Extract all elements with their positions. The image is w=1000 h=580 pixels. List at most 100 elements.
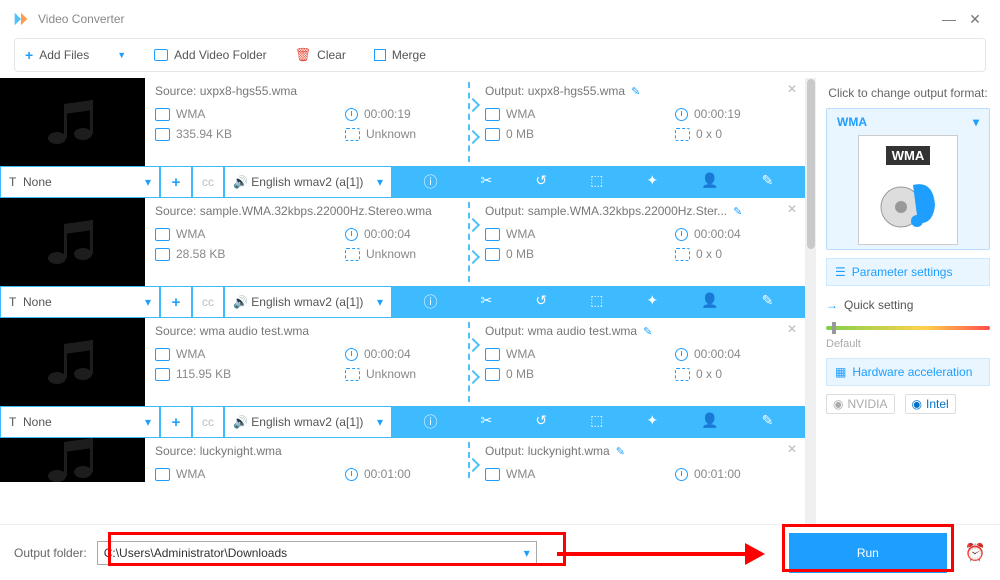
add-files-dropdown[interactable]: ▼	[117, 50, 126, 60]
edit-tool-0[interactable]: ⓘ	[424, 172, 438, 192]
format-value: WMA	[155, 467, 275, 481]
cc-button[interactable]: cc	[192, 166, 224, 198]
edit-tool-3[interactable]: ⬚	[590, 412, 603, 432]
edit-output-icon[interactable]: ✎	[616, 446, 625, 458]
out-duration-value: 00:01:00	[675, 467, 795, 481]
edit-tool-5[interactable]: 👤	[701, 292, 718, 312]
list-item: ✕ Source: sample.WMA.32kbps.22000Hz.Ster…	[0, 198, 805, 318]
clock-icon	[345, 108, 358, 121]
gpu-options: ◉NVIDIA ◉Intel	[826, 394, 990, 414]
size-value: 335.94 KB	[155, 127, 275, 141]
edit-output-icon[interactable]: ✎	[733, 206, 742, 218]
format-label: Click to change output format:	[826, 86, 990, 100]
nvidia-chip[interactable]: ◉NVIDIA	[826, 394, 895, 414]
edit-tool-3[interactable]: ⬚	[590, 172, 603, 192]
remove-item-button[interactable]: ✕	[787, 442, 797, 456]
slider-default-label: Default	[826, 338, 990, 350]
edit-tool-2[interactable]: ↺	[535, 292, 547, 312]
main-toolbar: +Add Files ▼ Add Video Folder 🗑Clear Mer…	[14, 38, 986, 72]
folder-icon	[155, 368, 170, 381]
audio-track-select[interactable]: 🔊 English wmav2 (a[1])▾	[224, 406, 392, 438]
out-duration-value: 00:00:04	[675, 347, 795, 361]
edit-tool-2[interactable]: ↺	[535, 412, 547, 432]
remove-item-button[interactable]: ✕	[787, 202, 797, 216]
chip-icon: ▦	[835, 365, 846, 379]
dimension-value: Unknown	[345, 247, 465, 261]
divider-icon	[468, 202, 470, 282]
edit-tool-5[interactable]: 👤	[701, 172, 718, 192]
divider-icon	[468, 322, 470, 402]
edit-tool-2[interactable]: ↺	[535, 172, 547, 192]
dimension-value: Unknown	[345, 127, 465, 141]
trash-icon: 🗑	[295, 47, 312, 63]
subtitle-select[interactable]: T None▾	[0, 166, 160, 198]
edit-tool-4[interactable]: ✦	[646, 412, 658, 432]
edit-tool-4[interactable]: ✦	[646, 292, 658, 312]
size-value: 115.95 KB	[155, 367, 275, 381]
edit-tool-6[interactable]: ✎	[762, 412, 774, 432]
cc-button[interactable]: cc	[192, 286, 224, 318]
arrow-right-icon: →	[826, 298, 838, 312]
run-button[interactable]: Run	[789, 533, 947, 573]
file-thumbnail[interactable]	[0, 78, 145, 166]
parameter-settings-button[interactable]: ☰Parameter settings	[826, 258, 990, 286]
source-label: Source: sample.WMA.32kbps.22000Hz.Stereo…	[155, 204, 465, 218]
intel-chip[interactable]: ◉Intel	[905, 394, 956, 414]
file-icon	[155, 468, 170, 481]
schedule-icon[interactable]: ⏰	[965, 543, 986, 563]
edit-tool-0[interactable]: ⓘ	[424, 412, 438, 432]
add-subtitle-button[interactable]: +	[160, 166, 192, 198]
edit-tool-3[interactable]: ⬚	[590, 292, 603, 312]
edit-tool-6[interactable]: ✎	[762, 172, 774, 192]
edit-tool-1[interactable]: ✂	[481, 412, 493, 432]
add-subtitle-button[interactable]: +	[160, 286, 192, 318]
audio-track-select[interactable]: 🔊 English wmav2 (a[1])▾	[224, 166, 392, 198]
hardware-acceleration-button[interactable]: ▦Hardware acceleration	[826, 358, 990, 386]
duration-value: 00:00:19	[345, 107, 465, 121]
clock-icon	[675, 348, 688, 361]
remove-item-button[interactable]: ✕	[787, 82, 797, 96]
app-logo-icon	[12, 10, 30, 28]
edit-tool-6[interactable]: ✎	[762, 292, 774, 312]
sliders-icon: ☰	[835, 265, 846, 279]
file-icon	[485, 348, 500, 361]
merge-button[interactable]: Merge	[374, 48, 426, 62]
cc-button[interactable]: cc	[192, 406, 224, 438]
output-folder-input[interactable]: C:\Users\Administrator\Downloads▾	[97, 541, 537, 565]
add-subtitle-button[interactable]: +	[160, 406, 192, 438]
divider-icon	[468, 442, 470, 478]
duration-value: 00:01:00	[345, 467, 465, 481]
subtitle-select[interactable]: T None▾	[0, 286, 160, 318]
close-window-button[interactable]: ✕	[962, 11, 988, 28]
output-label: Output: sample.WMA.32kbps.22000Hz.Ster..…	[485, 204, 795, 218]
minimize-button[interactable]: —	[936, 11, 962, 27]
edit-tool-5[interactable]: 👤	[701, 412, 718, 432]
dimension-icon	[675, 368, 690, 381]
edit-tool-1[interactable]: ✂	[481, 172, 493, 192]
file-icon	[155, 228, 170, 241]
add-files-button[interactable]: +Add Files	[25, 47, 89, 63]
titlebar: Video Converter — ✕	[0, 0, 1000, 38]
file-thumbnail[interactable]	[0, 438, 145, 482]
edit-output-icon[interactable]: ✎	[643, 326, 652, 338]
output-format-selector[interactable]: WMA▾ WMA	[826, 108, 990, 250]
add-video-folder-button[interactable]: Add Video Folder	[154, 48, 267, 62]
edit-tool-1[interactable]: ✂	[481, 292, 493, 312]
dimension-icon	[345, 368, 360, 381]
file-thumbnail[interactable]	[0, 198, 145, 286]
quality-slider[interactable]	[826, 326, 990, 330]
edit-tool-0[interactable]: ⓘ	[424, 292, 438, 312]
clear-button[interactable]: 🗑Clear	[295, 47, 346, 63]
size-value: 28.58 KB	[155, 247, 275, 261]
edit-tool-4[interactable]: ✦	[646, 172, 658, 192]
app-title: Video Converter	[38, 12, 125, 26]
subtitle-select[interactable]: T None▾	[0, 406, 160, 438]
edit-output-icon[interactable]: ✎	[631, 86, 640, 98]
remove-item-button[interactable]: ✕	[787, 322, 797, 336]
audio-track-select[interactable]: 🔊 English wmav2 (a[1])▾	[224, 286, 392, 318]
dimension-icon	[345, 128, 360, 141]
scrollbar[interactable]	[806, 78, 816, 524]
clock-icon	[345, 228, 358, 241]
output-label: Output: uxpx8-hgs55.wma✎	[485, 84, 795, 98]
file-thumbnail[interactable]	[0, 318, 145, 406]
